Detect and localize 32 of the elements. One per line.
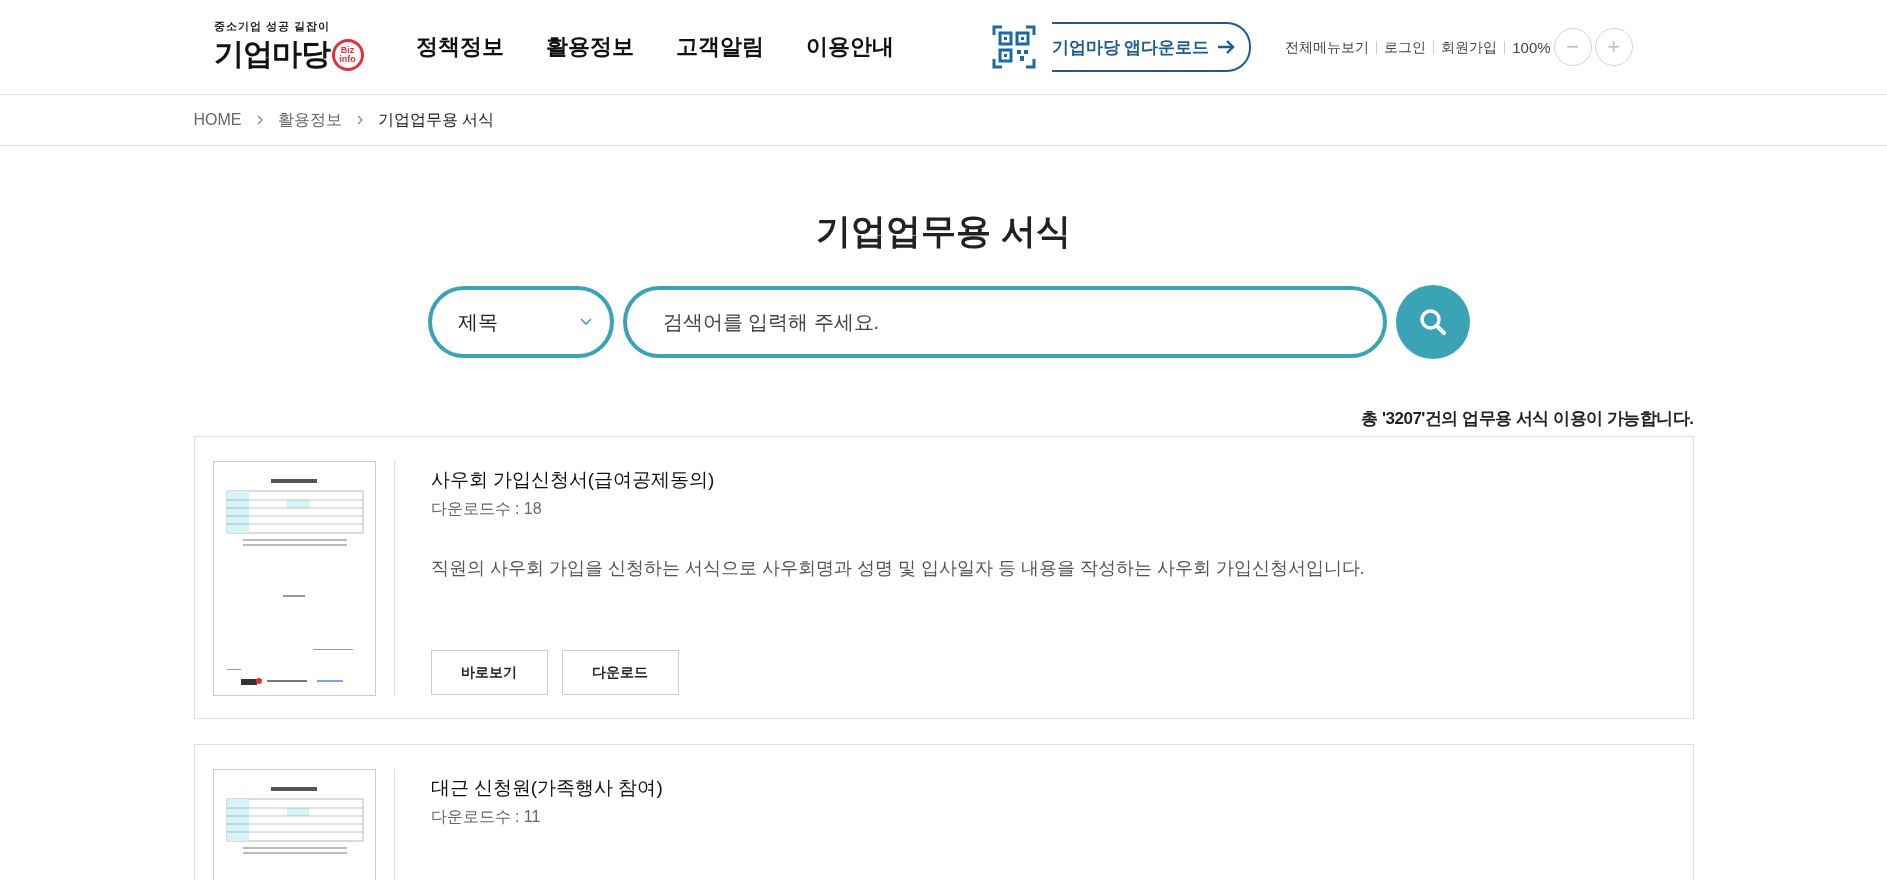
utility-link[interactable]: 로그인 — [1376, 40, 1434, 54]
search-field[interactable]: 검색어를 입력해 주세요. — [622, 286, 1387, 358]
nav-item[interactable]: 이용안내 — [805, 32, 894, 62]
form-action-button[interactable]: 다운로드 — [561, 650, 679, 695]
nav-item[interactable]: 고객알림 — [675, 32, 764, 62]
logo-name[interactable]: 기업마당 — [213, 34, 330, 75]
search-icon — [1417, 307, 1448, 337]
app-download-button[interactable]: 기업마당 앱다운로드 — [1051, 22, 1252, 72]
zoom-level: 100% — [1504, 40, 1551, 54]
logo-badge: Biz info — [331, 38, 364, 71]
utility-link[interactable]: 전체메뉴보기 — [1285, 40, 1377, 54]
breadcrumb-link[interactable]: 활용정보 — [277, 109, 342, 131]
form-action-button[interactable]: 바로보기 — [430, 650, 548, 695]
utility-link[interactable]: 회원가입 — [1433, 40, 1505, 54]
search-category-select[interactable]: 제목 — [427, 286, 614, 358]
download-count: 다운로드수 : 11 — [430, 807, 542, 827]
form-title[interactable]: 대근 신청원(가족행사 참여) — [430, 775, 663, 801]
form-title[interactable]: 사우회 가입신청서(급여공제동의) — [430, 467, 1365, 493]
nav-item[interactable]: 활용정보 — [545, 32, 634, 62]
result-count: 총 '3207'건의 업무용 서식 이용이 가능합니다. — [1361, 408, 1694, 430]
chevron-right-icon — [355, 114, 364, 126]
nav-item[interactable]: 정책정보 — [415, 32, 504, 62]
form-description: 직원의 사우회 가입을 신청하는 서식으로 사우회명과 성명 및 입사일자 등 내용을 작성하는 사우회 가입신청서입니다. — [430, 557, 1365, 580]
chevron-down-icon — [579, 318, 592, 326]
breadcrumb-link[interactable]: 기업업무용 서식 — [377, 109, 494, 131]
breadcrumb-link[interactable]: HOME — [193, 111, 242, 129]
qr-code-icon — [991, 25, 1036, 69]
arrow-right-icon — [1217, 39, 1236, 55]
chevron-right-icon — [255, 114, 264, 126]
logo-tagline: 중소기업 성공 길잡이 — [213, 19, 331, 34]
download-count: 다운로드수 : 18 — [430, 499, 543, 519]
page-title: 기업업무용 서식 — [815, 210, 1072, 252]
